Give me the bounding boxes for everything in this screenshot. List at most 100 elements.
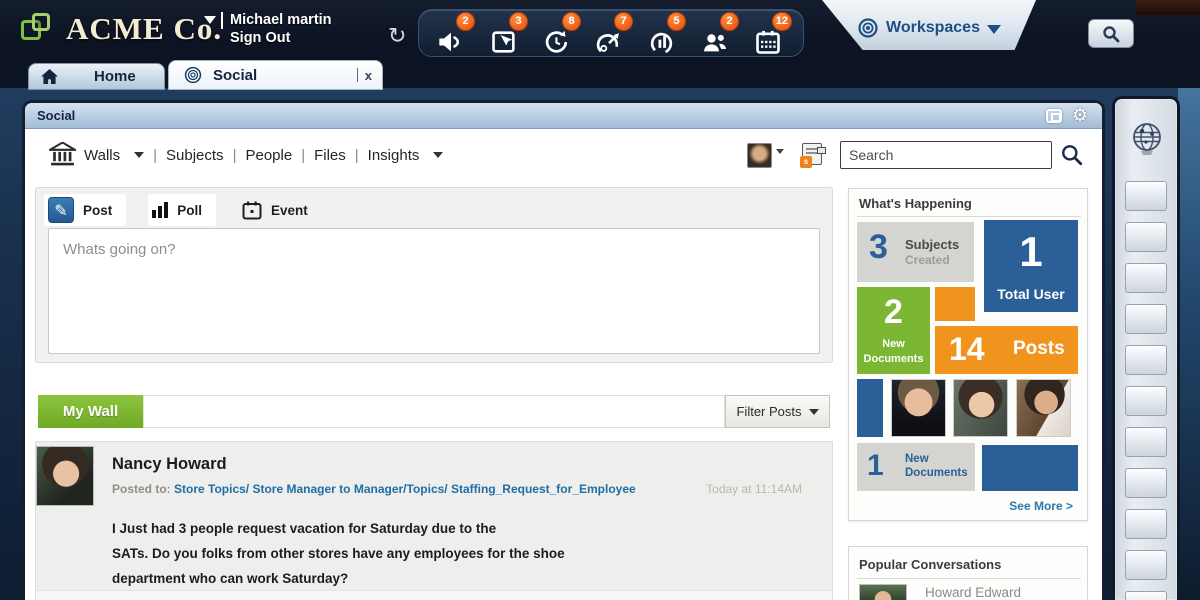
workspaces-label: Workspaces <box>886 13 980 37</box>
search-input[interactable] <box>840 141 1052 169</box>
filter-posts-button[interactable]: Filter Posts <box>725 395 830 428</box>
trends-button[interactable]: 7 <box>587 14 633 58</box>
current-user-avatar[interactable] <box>747 143 772 168</box>
rail-button[interactable] <box>1125 345 1167 375</box>
wall-bank-icon[interactable] <box>49 142 76 168</box>
rail-button[interactable] <box>1125 427 1167 457</box>
user-menu[interactable]: Michael martin Sign Out <box>204 11 332 47</box>
member-photo[interactable] <box>891 379 946 437</box>
app-screen: ACME Co. Michael martin Sign Out ↻ 2 <box>0 0 1200 600</box>
badge-count: 7 <box>614 12 633 31</box>
people-icon <box>701 29 729 55</box>
history-button[interactable]: 8 <box>535 14 581 58</box>
member-photo[interactable] <box>953 379 1008 437</box>
member-photo[interactable] <box>1016 379 1071 437</box>
nav-subjects[interactable]: Subjects <box>166 147 224 164</box>
announcements-button[interactable]: 2 <box>429 14 475 58</box>
search-icon[interactable] <box>1060 143 1084 167</box>
divider <box>357 68 358 82</box>
whats-happening-panel: What's Happening 3 Subjects Created 1 To… <box>848 188 1088 521</box>
post-author-avatar[interactable] <box>36 446 94 506</box>
poll-icon <box>152 202 168 218</box>
reports-icon <box>648 29 676 55</box>
nav-files[interactable]: Files <box>314 147 346 164</box>
post-author-name[interactable]: Nancy Howard <box>112 455 227 474</box>
status-input[interactable] <box>48 228 820 354</box>
tab-close-button[interactable]: x <box>365 68 372 83</box>
rail-button[interactable] <box>1125 468 1167 498</box>
reports-button[interactable]: 5 <box>640 14 686 58</box>
global-search-button[interactable] <box>1088 19 1134 48</box>
feed-icon[interactable]: s <box>800 143 826 167</box>
posted-to-label: Posted to: <box>112 482 171 496</box>
rail-button[interactable] <box>1125 591 1167 600</box>
rail-button[interactable] <box>1125 263 1167 293</box>
chevron-down-icon[interactable] <box>776 149 784 154</box>
sync-icon[interactable]: ↻ <box>388 24 406 49</box>
new-documents-tile-2[interactable]: 1 New Documents <box>857 443 975 491</box>
conversation-author-name[interactable]: Howard Edward <box>925 585 1021 600</box>
badge-count: 3 <box>509 12 528 31</box>
topbar: ACME Co. Michael martin Sign Out ↻ 2 <box>0 0 1200 60</box>
tasks-button[interactable]: 3 <box>482 14 528 58</box>
posts-tile[interactable]: 14 Posts <box>935 326 1078 374</box>
nav-people[interactable]: People <box>245 147 292 164</box>
composer-tab-event[interactable]: Event <box>238 194 322 226</box>
composer-tab-poll[interactable]: Poll <box>148 194 216 226</box>
total-user-tile[interactable]: 1 Total User <box>984 220 1078 312</box>
home-icon <box>41 69 58 84</box>
decorative-tile <box>857 379 883 437</box>
nav-insights[interactable]: Insights <box>368 147 420 164</box>
filter-posts-label: Filter Posts <box>736 404 801 419</box>
tab-social[interactable]: Social x <box>168 60 383 90</box>
company-name: ACME Co. <box>66 11 222 47</box>
composer-tab-label: Event <box>271 203 308 218</box>
subjects-created-tile[interactable]: 3 Subjects Created <box>857 222 974 282</box>
rail-button[interactable] <box>1125 304 1167 334</box>
acme-logo-icon <box>20 10 58 48</box>
chevron-down-icon <box>809 409 819 415</box>
topic-link[interactable]: Store Topics/ Store Manager to Manager/T… <box>174 482 636 496</box>
nav-separator: | <box>233 147 237 164</box>
people-button[interactable]: 2 <box>693 14 739 58</box>
history-icon <box>543 29 571 55</box>
tab-label: Social <box>213 67 257 84</box>
conversation-author-avatar[interactable] <box>859 584 907 600</box>
see-more-link[interactable]: See More > <box>1009 499 1073 513</box>
user-name: Michael martin <box>230 11 332 29</box>
rail-button[interactable] <box>1125 550 1167 580</box>
sign-out-link[interactable]: Sign Out <box>230 29 332 47</box>
calendar-icon <box>754 29 782 55</box>
window-title: Social <box>37 108 75 123</box>
workspaces-button[interactable]: Workspaces <box>822 0 1036 50</box>
rail-button[interactable] <box>1125 386 1167 416</box>
target-icon <box>857 17 879 39</box>
badge-count: 2 <box>720 12 739 31</box>
rail-button[interactable] <box>1125 509 1167 539</box>
tab-bar: Home Social x <box>0 60 1200 100</box>
tab-label: Home <box>94 68 136 85</box>
restore-window-icon[interactable] <box>1046 109 1062 123</box>
globe-icon[interactable] <box>1129 121 1165 159</box>
my-wall-tab[interactable]: My Wall <box>38 395 143 428</box>
composer-tab-post[interactable]: ✎ Post <box>44 194 126 226</box>
pencil-icon: ✎ <box>48 197 74 223</box>
trends-icon <box>595 29 623 55</box>
rail-button[interactable] <box>1125 222 1167 252</box>
subjects-label: Subjects <box>905 237 959 252</box>
post-body: I Just had 3 people request vacation for… <box>112 516 565 591</box>
social-window: Social ⚙ Walls <box>22 100 1105 600</box>
badge-count: 8 <box>562 12 581 31</box>
new-documents-label: Documents <box>905 467 968 479</box>
rail-button[interactable] <box>1125 181 1167 211</box>
new-documents-tile[interactable]: 2 New Documents <box>857 287 930 374</box>
calendar-button[interactable]: 12 <box>746 14 792 58</box>
wall-post: Nancy Howard Posted to: Store Topics/ St… <box>35 441 833 600</box>
subjects-count: 3 <box>869 228 888 267</box>
nav-walls[interactable]: Walls <box>84 147 120 164</box>
divider <box>857 216 1081 217</box>
divider <box>857 578 1081 579</box>
tab-home[interactable]: Home <box>28 63 165 90</box>
chevron-down-icon <box>987 25 1001 34</box>
gear-icon[interactable]: ⚙ <box>1072 107 1088 125</box>
